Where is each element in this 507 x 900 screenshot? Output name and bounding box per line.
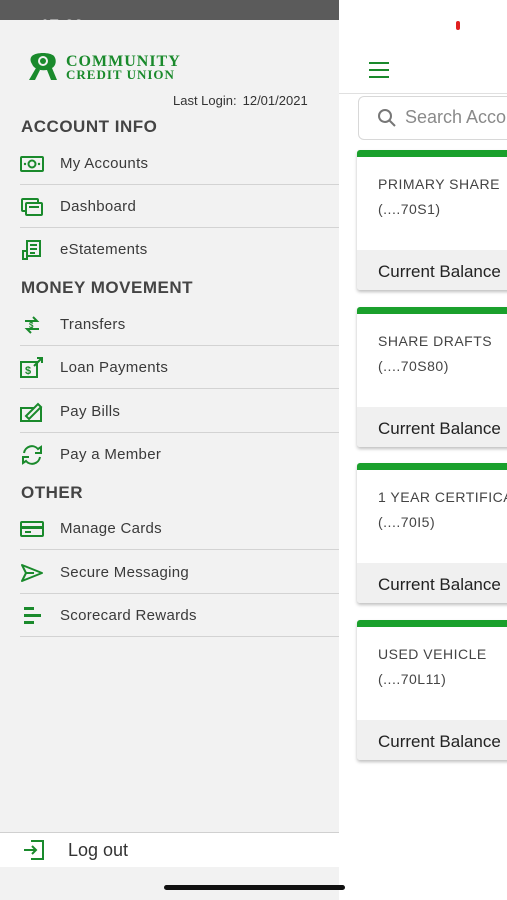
card-footer: Current Balance xyxy=(357,563,507,603)
nav-label-scorecard-rewards: Scorecard Rewards xyxy=(60,607,197,624)
search-icon xyxy=(377,108,397,128)
divider xyxy=(20,388,339,389)
nav-label-loan-payments: Loan Payments xyxy=(60,359,169,376)
transfer-icon: $ xyxy=(20,313,44,337)
logo-line2: CREDIT UNION xyxy=(66,67,175,82)
account-name: PRIMARY SHARE xyxy=(378,176,500,192)
nav-item-manage-cards[interactable]: Manage Cards xyxy=(0,507,339,550)
send-icon xyxy=(20,561,44,585)
balance-label: Current Balance xyxy=(378,419,501,438)
account-card[interactable]: SHARE DRAFTS (....70S80) Current Balance xyxy=(357,307,507,447)
nav-item-dashboard[interactable]: Dashboard xyxy=(0,185,339,228)
last-login: Last Login: 12/01/2021 xyxy=(173,93,308,108)
account-name: USED VEHICLE xyxy=(378,646,487,662)
nav-item-pay-bills[interactable]: Pay Bills xyxy=(0,390,339,433)
account-name: SHARE DRAFTS xyxy=(378,333,493,349)
account-number: (....70S80) xyxy=(378,358,449,374)
hamburger-menu-icon[interactable] xyxy=(369,62,389,78)
card-accent-bar xyxy=(357,150,507,157)
pay-bills-icon xyxy=(20,400,44,424)
recording-indicator xyxy=(456,21,460,30)
nav-item-transfers[interactable]: $ Transfers xyxy=(0,303,339,346)
nav-label-pay-a-member: Pay a Member xyxy=(60,446,162,463)
statement-icon xyxy=(20,238,44,262)
nav-item-scorecard-rewards[interactable]: Scorecard Rewards xyxy=(0,594,339,637)
search-input[interactable] xyxy=(405,105,507,129)
nav-item-my-accounts[interactable]: My Accounts xyxy=(0,142,339,185)
card-accent-bar xyxy=(357,463,507,470)
last-login-label: Last Login: xyxy=(173,93,237,108)
nav-label-manage-cards: Manage Cards xyxy=(60,520,162,537)
dashboard-icon xyxy=(20,195,44,219)
card-footer: Current Balance xyxy=(357,720,507,760)
card-footer: Current Balance xyxy=(357,407,507,447)
section-title-money-movement: MONEY MOVEMENT xyxy=(21,278,193,297)
card-accent-bar xyxy=(357,620,507,627)
balance-label: Current Balance xyxy=(378,575,501,594)
divider xyxy=(20,549,339,550)
rewards-icon xyxy=(20,604,44,628)
account-card[interactable]: USED VEHICLE (....70L11) Current Balance xyxy=(357,620,507,760)
divider xyxy=(20,636,339,637)
logout-icon xyxy=(22,838,46,862)
svg-text:$: $ xyxy=(29,321,34,330)
card-footer: Current Balance xyxy=(357,250,507,290)
balance-label: Current Balance xyxy=(378,262,501,281)
search-box[interactable] xyxy=(358,96,507,140)
header-divider xyxy=(339,93,507,94)
status-bar: 17:00 xyxy=(0,0,339,35)
nav-label-my-accounts: My Accounts xyxy=(60,155,149,172)
nav-item-pay-a-member[interactable]: Pay a Member xyxy=(0,433,339,476)
account-card[interactable]: PRIMARY SHARE (....70S1) Current Balance xyxy=(357,150,507,290)
nav-item-estatements[interactable]: eStatements xyxy=(0,228,339,271)
card-icon xyxy=(20,517,44,541)
nav-label-estatements: eStatements xyxy=(60,241,148,258)
logout-button[interactable]: Log out xyxy=(0,832,339,867)
pay-member-icon xyxy=(20,443,44,467)
balance-label: Current Balance xyxy=(378,732,501,751)
account-name: 1 YEAR CERTIFICATE xyxy=(378,489,507,505)
nav-item-loan-payments[interactable]: $ Loan Payments xyxy=(0,346,339,389)
nav-item-secure-messaging[interactable]: Secure Messaging xyxy=(0,551,339,594)
last-login-date: 12/01/2021 xyxy=(242,93,308,108)
account-number: (....70L11) xyxy=(378,671,447,687)
nav-label-pay-bills: Pay Bills xyxy=(60,403,121,420)
section-title-account-info: ACCOUNT INFO xyxy=(21,117,158,136)
logout-label: Log out xyxy=(68,839,129,860)
nav-label-transfers: Transfers xyxy=(60,316,126,333)
section-title-other: OTHER xyxy=(21,483,83,502)
nav-label-secure-messaging: Secure Messaging xyxy=(60,564,190,581)
logo-emblem-icon xyxy=(29,53,57,80)
account-number: (....70I5) xyxy=(378,514,436,530)
nav-label-dashboard: Dashboard xyxy=(60,198,137,215)
card-accent-bar xyxy=(357,307,507,314)
money-icon xyxy=(20,152,44,176)
home-indicator[interactable] xyxy=(164,885,345,890)
account-number: (....70S1) xyxy=(378,201,441,217)
account-card[interactable]: 1 YEAR CERTIFICATE (....70I5) Current Ba… xyxy=(357,463,507,603)
svg-text:$: $ xyxy=(25,365,31,377)
main-accounts-panel: PRIMARY SHARE (....70S1) Current Balance… xyxy=(339,0,507,900)
loan-icon: $ xyxy=(20,356,44,380)
community-credit-union-logo: COMMUNITY CREDIT UNION xyxy=(26,52,181,84)
